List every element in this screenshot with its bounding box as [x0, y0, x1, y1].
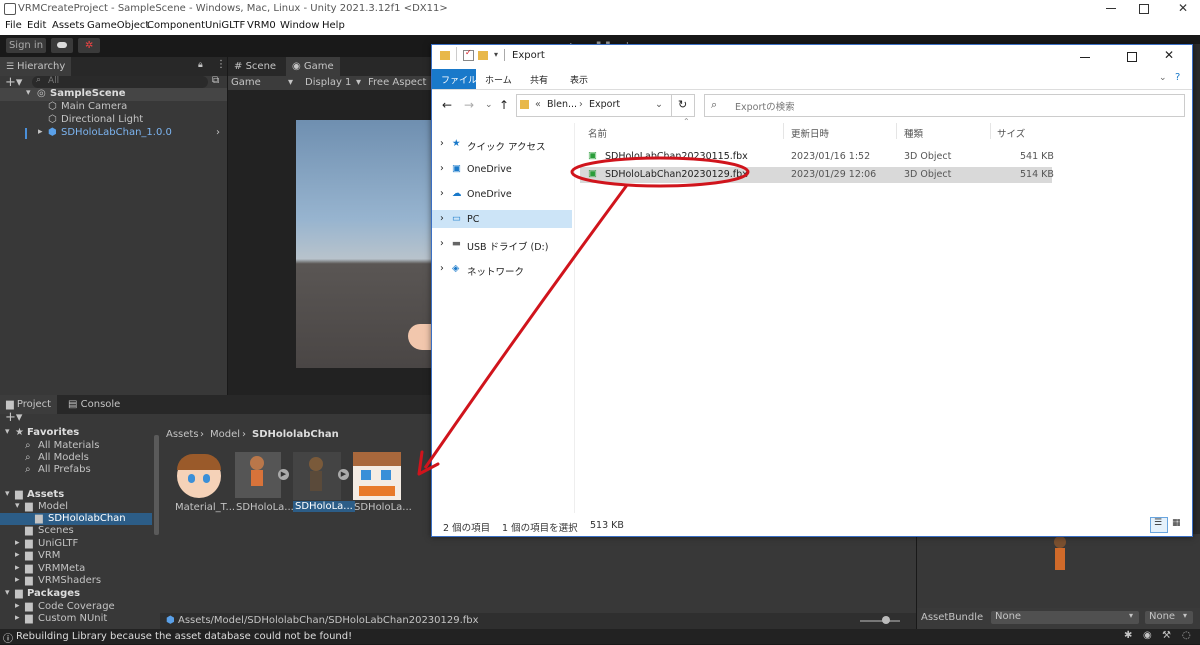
- highlight-ellipse: [570, 156, 750, 188]
- red-annotation-overlay: [417, 156, 750, 476]
- annotation-arrow: [423, 184, 629, 469]
